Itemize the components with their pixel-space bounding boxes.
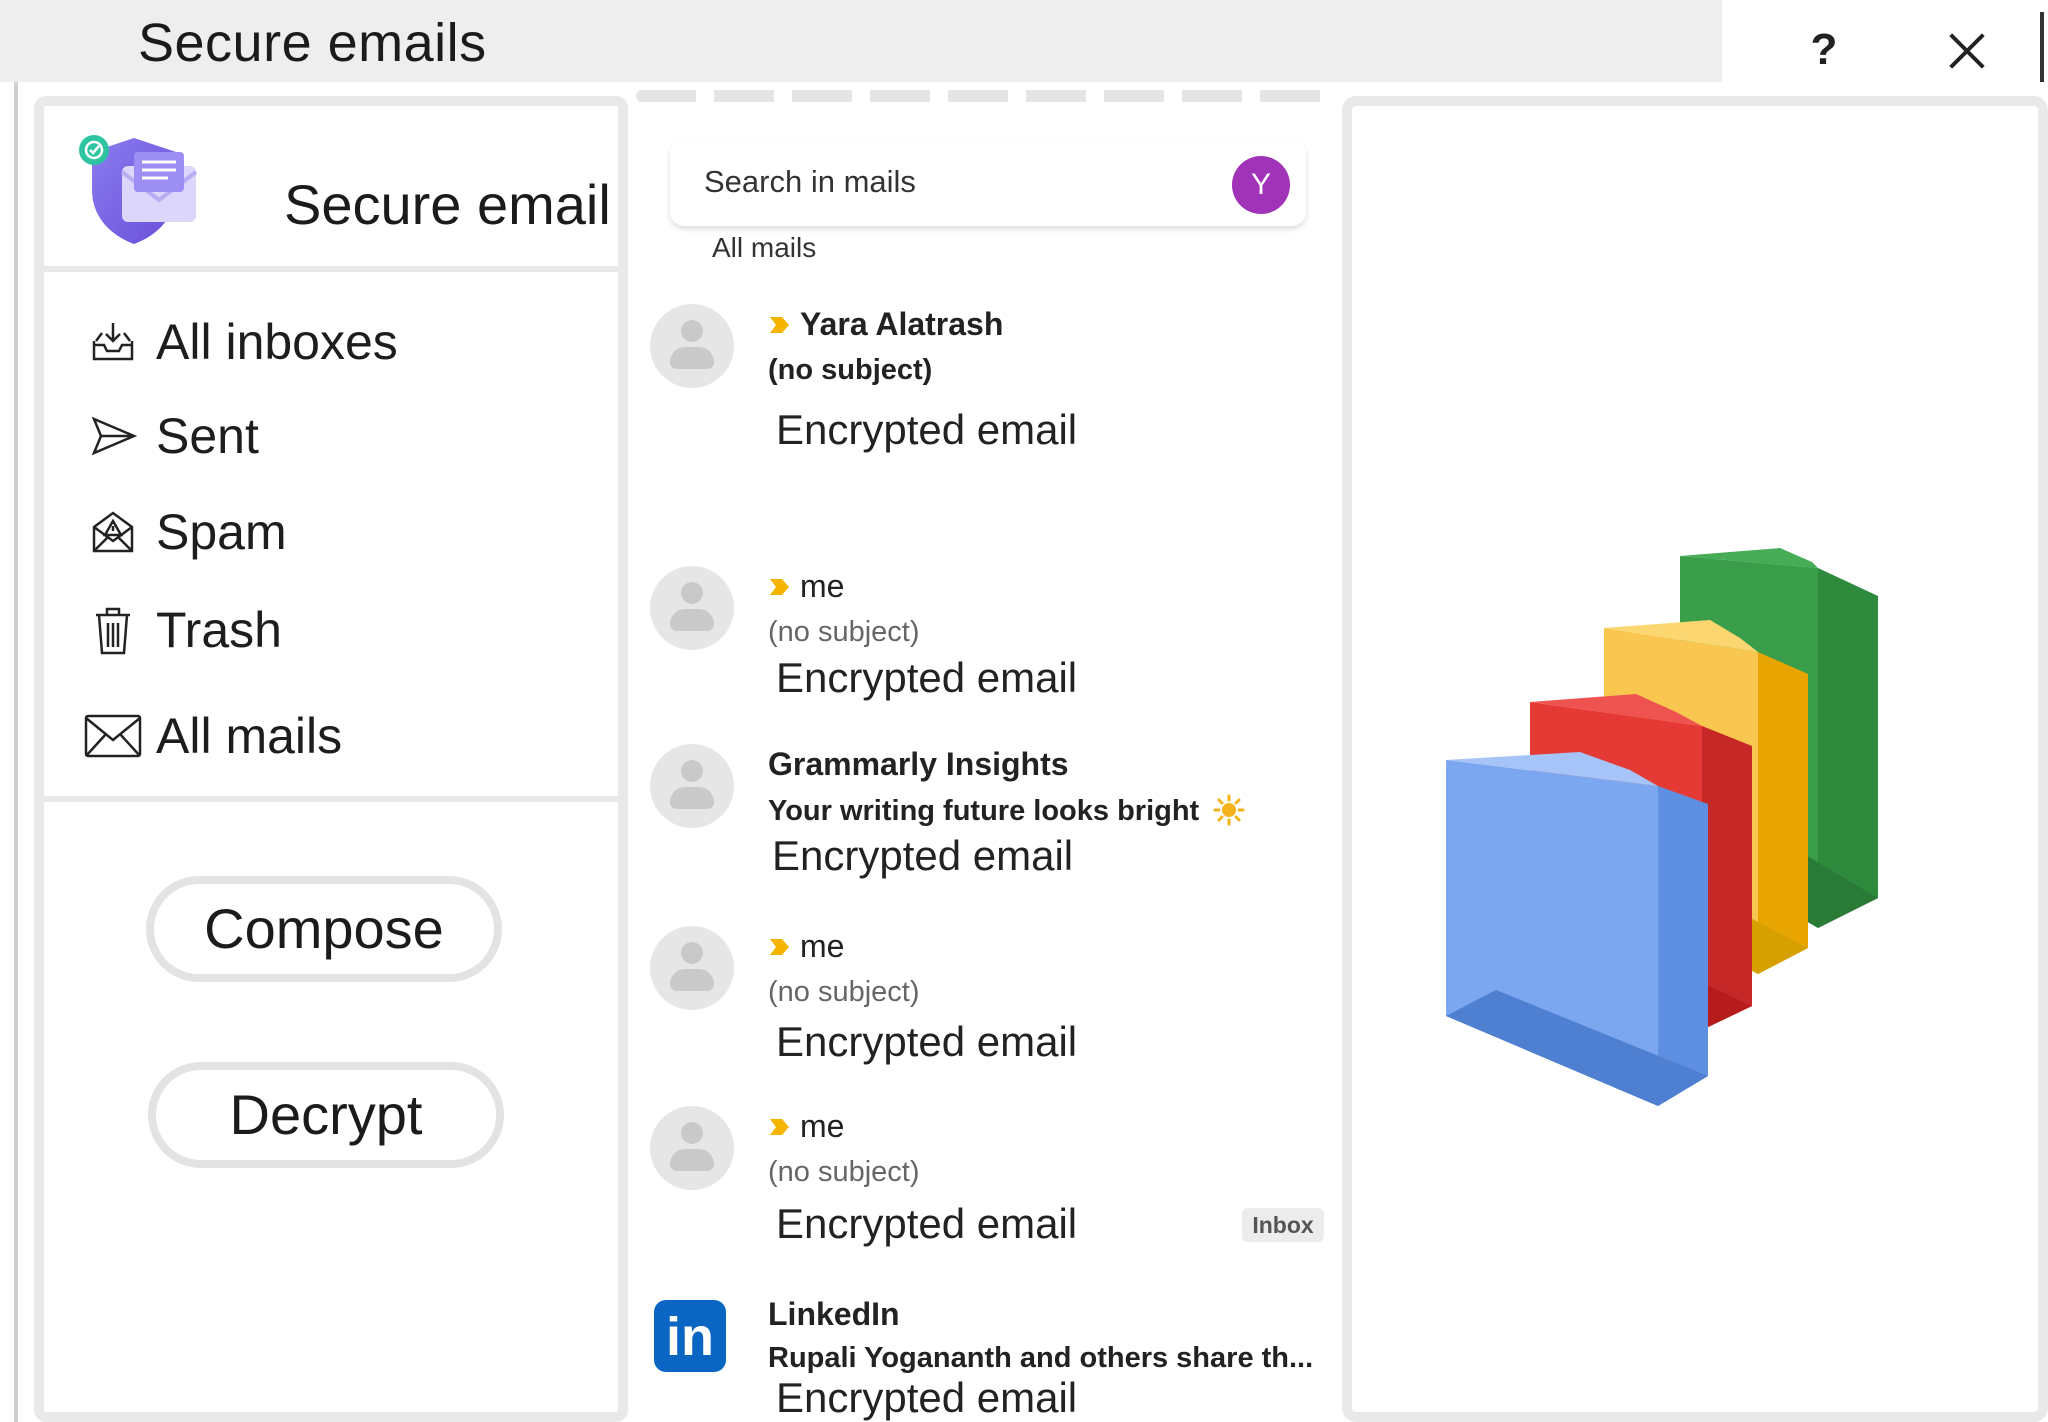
trash-icon bbox=[84, 601, 142, 659]
mail-item[interactable]: me (no subject) Encrypted email Inbox bbox=[650, 1106, 1324, 1276]
brand-name: Secure email bbox=[284, 173, 611, 236]
decrypt-button[interactable]: Decrypt bbox=[148, 1062, 504, 1168]
mail-preview: Encrypted email bbox=[776, 1374, 1078, 1421]
search-input[interactable]: Search in mails bbox=[670, 140, 1306, 226]
mail-sender: Grammarly Insights bbox=[768, 746, 1069, 783]
sidebar-item-label: Trash bbox=[156, 602, 282, 658]
blue-folder-icon bbox=[1446, 752, 1708, 1106]
important-marker-icon bbox=[770, 1118, 789, 1135]
sidebar: Secure email All inboxes Sent Spam Trash… bbox=[34, 96, 628, 1422]
mail-subject: Your writing future looks bright bbox=[768, 794, 1245, 828]
help-button[interactable]: ? bbox=[1800, 22, 1848, 78]
sidebar-item-all-inboxes[interactable]: All inboxes bbox=[84, 306, 398, 378]
inbox-download-icon bbox=[84, 313, 142, 371]
sidebar-item-spam[interactable]: Spam bbox=[84, 496, 287, 568]
mail-sender: LinkedIn bbox=[768, 1296, 900, 1333]
sidebar-item-sent[interactable]: Sent bbox=[84, 400, 259, 472]
subject-text: Your writing future looks bright bbox=[768, 795, 1200, 827]
important-marker-icon bbox=[770, 316, 789, 333]
sender-name: me bbox=[800, 1108, 845, 1144]
mail-item[interactable]: Grammarly Insights Your writing future l… bbox=[650, 744, 1320, 904]
reading-pane bbox=[1342, 96, 2048, 1422]
mail-sender: me bbox=[768, 568, 844, 605]
mail-sender: me bbox=[768, 928, 844, 965]
mail-preview: Encrypted email bbox=[772, 832, 1074, 879]
window-edge bbox=[2040, 12, 2044, 82]
compose-button[interactable]: Compose bbox=[146, 876, 502, 982]
mail-item[interactable]: in LinkedIn Rupali Yogananth and others … bbox=[650, 1294, 1320, 1422]
sender-avatar bbox=[650, 926, 734, 1010]
send-icon bbox=[84, 407, 142, 465]
window-title: Secure emails bbox=[138, 13, 487, 73]
label-badge[interactable]: Inbox bbox=[1242, 1208, 1324, 1242]
divider bbox=[44, 796, 618, 802]
mail-item[interactable]: me (no subject) Encrypted email bbox=[650, 926, 1320, 1086]
mail-preview: Encrypted email bbox=[776, 1018, 1078, 1065]
mail-preview: Encrypted email bbox=[776, 406, 1078, 453]
sidebar-item-all-mails[interactable]: All mails bbox=[84, 700, 342, 772]
sender-avatar bbox=[650, 304, 734, 388]
sidebar-item-label: All inboxes bbox=[156, 314, 398, 370]
mail-item[interactable]: Yara Alatrash (no subject) Encrypted ema… bbox=[650, 304, 1320, 524]
important-marker-icon bbox=[770, 938, 789, 955]
sender-name: LinkedIn bbox=[768, 1296, 900, 1332]
search-placeholder: Search in mails bbox=[704, 164, 916, 199]
sender-name: Yara Alatrash bbox=[800, 306, 1004, 342]
sidebar-item-label: Spam bbox=[156, 504, 287, 560]
brand: Secure email bbox=[78, 120, 618, 250]
mail-list-pane: Search in mails Y All mails Yara Alatras… bbox=[636, 90, 1336, 1422]
list-heading: All mails bbox=[712, 232, 817, 263]
linkedin-logo-icon: in bbox=[654, 1300, 726, 1372]
shield-mail-logo-icon bbox=[79, 135, 198, 244]
mail-sender: me bbox=[768, 1108, 844, 1145]
sidebar-item-trash[interactable]: Trash bbox=[84, 594, 282, 666]
mail-preview: Encrypted email bbox=[776, 654, 1078, 701]
sidebar-item-label: Sent bbox=[156, 408, 259, 464]
mail-subject: (no subject) bbox=[768, 976, 920, 1008]
mail-sender: Yara Alatrash bbox=[768, 306, 1003, 343]
divider bbox=[44, 266, 618, 272]
account-avatar[interactable]: Y bbox=[1232, 156, 1290, 214]
dashed-divider bbox=[636, 90, 1336, 102]
window-left-edge bbox=[14, 82, 18, 1422]
sender-avatar bbox=[650, 744, 734, 828]
sender-avatar bbox=[650, 1106, 734, 1190]
envelope-icon bbox=[84, 707, 142, 765]
sender-name: me bbox=[800, 928, 845, 964]
title-bar: Secure emails bbox=[0, 0, 1722, 82]
important-marker-icon bbox=[770, 578, 789, 595]
sender-avatar bbox=[650, 566, 734, 650]
mail-subject: Rupali Yogananth and others share th... bbox=[768, 1342, 1314, 1374]
spam-icon bbox=[84, 503, 142, 561]
mail-subject: (no subject) bbox=[768, 354, 933, 386]
sun-emoji-icon bbox=[1213, 794, 1245, 826]
close-button[interactable] bbox=[1942, 26, 1992, 76]
empty-folders-illustration bbox=[1446, 548, 1878, 1106]
mail-subject: (no subject) bbox=[768, 1156, 920, 1188]
mail-item[interactable]: me (no subject) Encrypted email bbox=[650, 566, 1320, 716]
sender-name: Grammarly Insights bbox=[768, 746, 1069, 782]
sender-name: me bbox=[800, 568, 845, 604]
mail-subject: (no subject) bbox=[768, 616, 920, 648]
mail-preview: Encrypted email bbox=[776, 1200, 1078, 1247]
sidebar-item-label: All mails bbox=[156, 708, 343, 764]
